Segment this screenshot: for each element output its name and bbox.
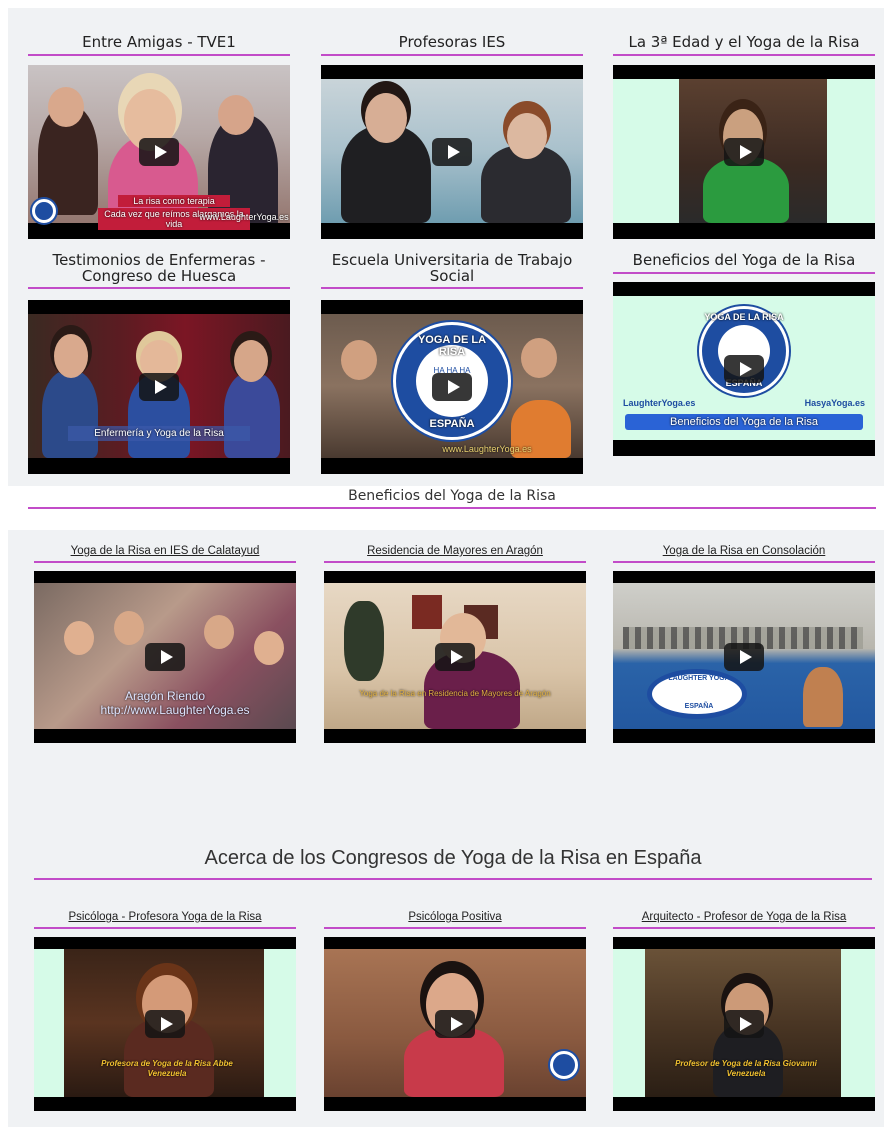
video-title: Entre Amigas - TVE1 [28, 34, 290, 56]
video-player-psicologa-profesora[interactable]: Profesora de Yoga de la Risa Abbe Venezu… [34, 937, 296, 1111]
video-title: Beneficios del Yoga de la Risa [613, 252, 875, 274]
video-card-residencia-mayores: Residencia de Mayores en Aragón Yoga de … [324, 544, 586, 743]
video-title: Testimonios de Enfermeras - Congreso de … [28, 252, 290, 289]
logo-sub: ESPAÑA [684, 703, 714, 710]
video-player-profesoras-ies[interactable] [321, 65, 583, 239]
video-player-residencia-mayores[interactable]: Yoga de la Risa en Residencia de Mayores… [324, 571, 586, 743]
play-icon[interactable] [139, 373, 179, 401]
video-caption: Aragón Riendo [124, 689, 206, 703]
logo-text: LAUGHTER YOGA [668, 675, 730, 682]
video-brand: www.LaughterYoga.es [442, 444, 532, 454]
video-card-profesoras-ies: Profesoras IES [321, 34, 583, 239]
channel-logo-icon [550, 1051, 578, 1079]
video-title-link[interactable]: Yoga de la Risa en Consolación [613, 544, 875, 563]
video-caption-2: Venezuela [147, 1069, 187, 1078]
video-title-link[interactable]: Psicóloga Positiva [324, 910, 586, 929]
video-title-link[interactable]: Psicóloga - Profesora Yoga de la Risa [34, 910, 296, 929]
video-card-psicologa-profesora: Psicóloga - Profesora Yoga de la Risa Pr… [34, 910, 296, 1111]
video-card-tercera-edad: La 3ª Edad y el Yoga de la Risa [613, 34, 875, 239]
video-player-enfermeras[interactable]: Enfermería y Yoga de la Risa [28, 300, 290, 474]
video-card-entre-amigas: Entre Amigas - TVE1 La risa como terapia… [28, 34, 290, 239]
congresos-heading: Acerca de los Congresos de Yoga de la Ri… [34, 846, 872, 880]
video-player-beneficios[interactable]: YOGA DE LA RISA ESPAÑA LaughterYoga.es H… [613, 282, 875, 456]
video-caption-2: http://www.LaughterYoga.es [100, 703, 250, 717]
play-icon[interactable] [139, 138, 179, 166]
top-video-panel: Entre Amigas - TVE1 La risa como terapia… [8, 8, 884, 509]
video-title: Profesoras IES [321, 34, 583, 56]
video-player-consolacion[interactable]: LAUGHTER YOGA ESPAÑA [613, 571, 875, 743]
video-card-enfermeras: Testimonios de Enfermeras - Congreso de … [28, 252, 290, 474]
play-icon[interactable] [435, 643, 475, 671]
logo-text-top: YOGA DE LA RISA [704, 312, 784, 322]
video-card-beneficios: Beneficios del Yoga de la Risa YOGA DE L… [613, 252, 875, 456]
video-caption-2: Venezuela [726, 1069, 766, 1078]
video-card-escuela-trabajo-social: Escuela Universitaria de Trabajo Social … [321, 252, 583, 474]
logo-text-top: YOGA DE LA RISA [417, 334, 487, 358]
video-player-entre-amigas[interactable]: La risa como terapia Cada vez que reímos… [28, 65, 290, 239]
channel-logo-icon [32, 199, 56, 223]
bottom-video-panel: Yoga de la Risa en IES de Calatayud Arag… [8, 530, 884, 1127]
play-icon[interactable] [724, 1010, 764, 1038]
video-player-tercera-edad[interactable] [613, 65, 875, 239]
video-brand: www.LaughterYoga.es [199, 212, 289, 222]
video-card-arquitecto-profesor: Arquitecto - Profesor de Yoga de la Risa… [613, 910, 875, 1111]
video-player-escuela-trabajo-social[interactable]: YOGA DE LA RISA HA HA HA ESPAÑA www.Laug… [321, 300, 583, 474]
video-player-psicologa-positiva[interactable] [324, 937, 586, 1111]
video-player-arquitecto-profesor[interactable]: Profesor de Yoga de la Risa Giovanni Ven… [613, 937, 875, 1111]
logo-text-bottom: ESPAÑA [429, 418, 475, 430]
video-card-ies-calatayud: Yoga de la Risa en IES de Calatayud Arag… [34, 544, 296, 743]
video-title: Escuela Universitaria de Trabajo Social [321, 252, 583, 289]
video-title: La 3ª Edad y el Yoga de la Risa [613, 34, 875, 56]
video-title-link[interactable]: Arquitecto - Profesor de Yoga de la Risa [613, 910, 875, 929]
section-footer-heading: Beneficios del Yoga de la Risa [28, 488, 876, 509]
video-caption: Profesora de Yoga de la Risa Abbe [101, 1059, 233, 1068]
left-brand: LaughterYoga.es [623, 398, 696, 408]
video-card-consolacion: Yoga de la Risa en Consolación LAUGHTER … [613, 544, 875, 743]
video-banner: Beneficios del Yoga de la Risa [625, 414, 863, 430]
play-icon[interactable] [724, 138, 764, 166]
video-title-link[interactable]: Yoga de la Risa en IES de Calatayud [34, 544, 296, 563]
play-icon[interactable] [145, 643, 185, 671]
play-icon[interactable] [432, 373, 472, 401]
video-title-link[interactable]: Residencia de Mayores en Aragón [324, 544, 586, 563]
play-icon[interactable] [145, 1010, 185, 1038]
video-card-psicologa-positiva: Psicóloga Positiva [324, 910, 586, 1111]
play-icon[interactable] [435, 1010, 475, 1038]
video-caption: Yoga de la Risa en Residencia de Mayores… [359, 689, 551, 698]
right-brand: HasyaYoga.es [804, 398, 865, 408]
video-caption: Enfermería y Yoga de la Risa [68, 426, 250, 441]
play-icon[interactable] [724, 643, 764, 671]
play-icon[interactable] [432, 138, 472, 166]
video-caption: La risa como terapia [118, 195, 230, 207]
video-caption: Profesor de Yoga de la Risa Giovanni [675, 1059, 817, 1068]
video-player-ies-calatayud[interactable]: Aragón Riendo http://www.LaughterYoga.es [34, 571, 296, 743]
play-icon[interactable] [724, 355, 764, 383]
